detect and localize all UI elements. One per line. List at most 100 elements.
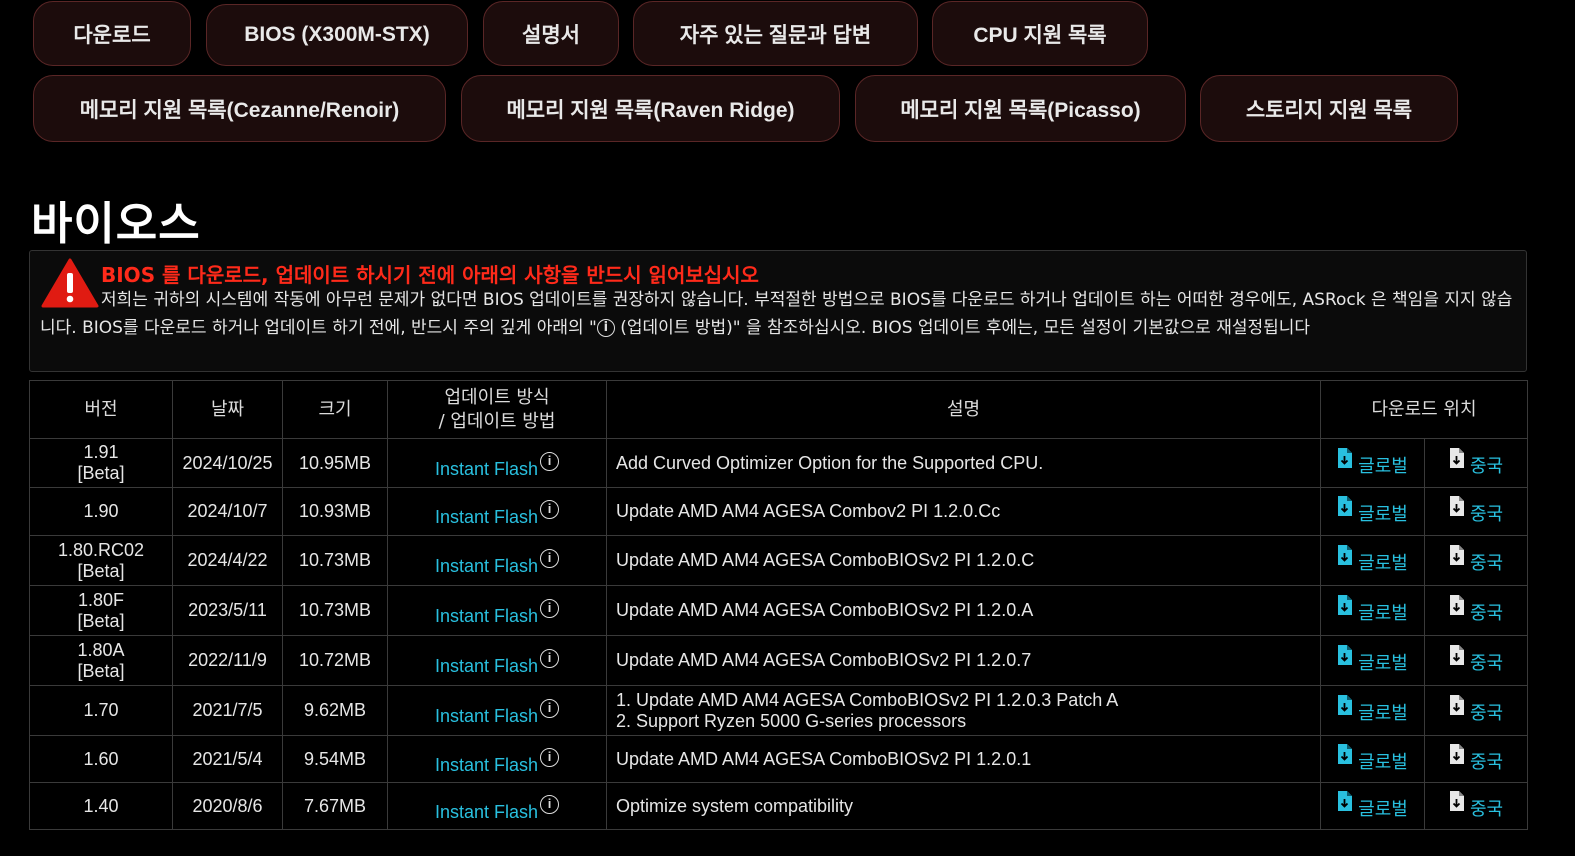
info-circle-icon[interactable]: i bbox=[540, 649, 560, 668]
info-circle-icon[interactable]: i bbox=[540, 451, 560, 471]
date-cell: 2024/4/22 bbox=[172, 535, 283, 586]
description-cell: Update AMD AM4 AGESA ComboBIOSv2 PI 1.2.… bbox=[606, 735, 1321, 783]
download-china-link[interactable]: 중국 bbox=[1449, 496, 1503, 525]
description-cell: Optimize system compatibility bbox=[606, 782, 1321, 830]
download-china-label: 중국 bbox=[1469, 603, 1504, 624]
table-row: 1.80F [Beta] 2023/5/11 10.73MB Instant Fl… bbox=[29, 585, 1528, 636]
tab-storage-support[interactable]: 스토리지 지원 목록 bbox=[1200, 75, 1458, 142]
info-circle-icon[interactable]: i bbox=[540, 549, 560, 568]
size-cell: 9.54MB bbox=[282, 735, 388, 783]
date-cell: 2021/7/5 bbox=[172, 685, 283, 736]
description-line-2: 2. Support Ryzen 5000 G-series processor… bbox=[616, 710, 967, 731]
instant-flash-link[interactable]: Instant Flash i bbox=[435, 599, 560, 626]
description-cell: Update AMD AM4 AGESA ComboBIOSv2 PI 1.2.… bbox=[606, 635, 1321, 686]
warning-box: BIOS 를 다운로드, 업데이트 하시기 전에 아래의 사항을 반드시 읽어보… bbox=[29, 250, 1527, 372]
download-global-cell: 글로벌 bbox=[1320, 782, 1425, 830]
beta-tag: [Beta] bbox=[77, 463, 125, 483]
download-china-cell: 중국 bbox=[1424, 782, 1528, 830]
description-cell: Update AMD AM4 AGESA ComboBIOSv2 PI 1.2.… bbox=[606, 535, 1321, 586]
download-global-cell: 글로벌 bbox=[1320, 487, 1425, 536]
table-row: 1.60 2021/5/4 9.54MB Instant Flash i Upda… bbox=[29, 735, 1528, 783]
header-description: 설명 bbox=[606, 380, 1321, 439]
size-cell: 7.67MB bbox=[282, 782, 388, 830]
download-china-link[interactable]: 중국 bbox=[1449, 790, 1503, 820]
description-line-1: Update AMD AM4 AGESA ComboBIOSv2 PI 1.2.… bbox=[616, 650, 1032, 670]
info-circle-icon[interactable]: i bbox=[540, 500, 560, 519]
description-line-1: Update AMD AM4 AGESA Combov2 PI 1.2.0.Cc bbox=[616, 501, 1001, 521]
info-circle-icon[interactable]: i bbox=[540, 699, 560, 718]
info-circle-icon[interactable]: i bbox=[540, 747, 560, 767]
table-row: 1.80.RC02 [Beta] 2024/4/22 10.73MB Instan… bbox=[29, 535, 1528, 586]
download-global-link[interactable]: 글로벌 bbox=[1337, 645, 1408, 674]
instant-flash-link[interactable]: Instant Flash i bbox=[435, 649, 560, 676]
file-download-icon bbox=[1449, 545, 1464, 565]
beta-tag: [Beta] bbox=[77, 610, 125, 631]
tab-faq[interactable]: 자주 있는 질문과 답변 bbox=[633, 1, 918, 66]
version-cell: 1.70 bbox=[29, 685, 173, 736]
download-global-link[interactable]: 글로벌 bbox=[1337, 447, 1408, 477]
instant-flash-link[interactable]: Instant Flash i bbox=[435, 699, 560, 726]
tab-cpu-support[interactable]: CPU 지원 목록 bbox=[932, 1, 1148, 66]
description-line-1: 1. Update AMD AM4 AGESA ComboBIOSv2 PI 1… bbox=[616, 689, 1119, 710]
tab-bios[interactable]: BIOS (X300M-STX) bbox=[206, 4, 468, 66]
download-china-cell: 중국 bbox=[1424, 685, 1528, 736]
version-text: 1.80.RC02 bbox=[57, 539, 145, 560]
download-china-link[interactable]: 중국 bbox=[1449, 447, 1503, 477]
download-global-link[interactable]: 글로벌 bbox=[1337, 595, 1408, 624]
download-china-link[interactable]: 중국 bbox=[1449, 545, 1503, 574]
instant-flash-link[interactable]: Instant Flash i bbox=[435, 500, 560, 527]
download-china-link[interactable]: 중국 bbox=[1449, 595, 1503, 624]
warning-title: BIOS 를 다운로드, 업데이트 하시기 전에 아래의 사항을 반드시 읽어보… bbox=[101, 263, 759, 287]
method-cell: Instant Flash i bbox=[387, 585, 607, 636]
page-title: 바이오스 bbox=[31, 197, 201, 250]
download-china-link[interactable]: 중국 bbox=[1449, 695, 1503, 724]
warning-body: 저희는 귀하의 시스템에 작동에 아무런 문제가 없다면 BIOS 업데이트를 … bbox=[40, 286, 1516, 342]
instant-flash-link[interactable]: Instant Flash i bbox=[435, 747, 560, 775]
file-download-icon bbox=[1338, 790, 1353, 811]
instant-flash-link[interactable]: Instant Flash i bbox=[435, 794, 560, 822]
version-cell: 1.80F [Beta] bbox=[29, 585, 173, 636]
tab-download[interactable]: 다운로드 bbox=[33, 1, 191, 66]
size-cell: 9.62MB bbox=[282, 685, 388, 736]
download-china-link[interactable]: 중국 bbox=[1449, 743, 1503, 773]
download-global-link[interactable]: 글로벌 bbox=[1337, 790, 1408, 820]
size-cell: 10.95MB bbox=[282, 438, 388, 488]
file-download-icon bbox=[1449, 790, 1464, 811]
download-global-link[interactable]: 글로벌 bbox=[1337, 496, 1408, 525]
info-circle-icon[interactable]: i bbox=[596, 319, 615, 337]
table-row: 1.80A [Beta] 2022/11/9 10.72MB Instant Fl… bbox=[29, 635, 1528, 686]
tab-memory-picasso[interactable]: 메모리 지원 목록(Picasso) bbox=[855, 75, 1186, 142]
download-china-link[interactable]: 중국 bbox=[1449, 645, 1503, 674]
info-circle-icon[interactable]: i bbox=[540, 599, 560, 618]
file-download-icon bbox=[1338, 743, 1353, 764]
tab-memory-raven[interactable]: 메모리 지원 목록(Raven Ridge) bbox=[461, 75, 840, 142]
file-download-icon bbox=[1449, 496, 1464, 516]
date-cell: 2022/11/9 bbox=[172, 635, 283, 686]
download-global-label: 글로벌 bbox=[1358, 504, 1408, 525]
file-download-icon bbox=[1449, 447, 1464, 468]
bios-table: 버전 날짜 크기 업데이트 방식 / 업데이트 방법 설명 다운로드 위치 1.9… bbox=[29, 380, 1528, 830]
instant-flash-link[interactable]: Instant Flash i bbox=[435, 451, 560, 479]
header-size: 크기 bbox=[282, 380, 388, 439]
tab-manual[interactable]: 설명서 bbox=[483, 1, 619, 66]
header-download: 다운로드 위치 bbox=[1320, 380, 1528, 439]
tab-bar: 다운로드 BIOS (X300M-STX) 설명서 자주 있는 질문과 답변 C… bbox=[0, 0, 1575, 142]
tab-memory-cezanne[interactable]: 메모리 지원 목록(Cezanne/Renoir) bbox=[33, 75, 446, 142]
method-label: Instant Flash bbox=[434, 556, 539, 576]
description-line-1: Optimize system compatibility bbox=[616, 795, 854, 816]
download-china-label: 중국 bbox=[1469, 703, 1504, 724]
file-download-icon bbox=[1338, 645, 1353, 665]
download-global-link[interactable]: 글로벌 bbox=[1337, 545, 1408, 574]
download-global-link[interactable]: 글로벌 bbox=[1337, 695, 1408, 724]
size-cell: 10.93MB bbox=[282, 487, 388, 536]
method-cell: Instant Flash i bbox=[387, 782, 607, 830]
version-cell: 1.91 [Beta] bbox=[29, 438, 173, 488]
method-cell: Instant Flash i bbox=[387, 735, 607, 783]
info-circle-icon[interactable]: i bbox=[540, 794, 560, 814]
download-global-label: 글로벌 bbox=[1358, 798, 1408, 820]
table-row: 1.91 [Beta] 2024/10/25 10.95MB Instant Fl… bbox=[29, 438, 1528, 488]
description-cell: Update AMD AM4 AGESA Combov2 PI 1.2.0.Cc bbox=[606, 487, 1321, 536]
download-global-cell: 글로벌 bbox=[1320, 635, 1425, 686]
download-global-link[interactable]: 글로벌 bbox=[1337, 743, 1408, 773]
instant-flash-link[interactable]: Instant Flash i bbox=[435, 549, 560, 576]
